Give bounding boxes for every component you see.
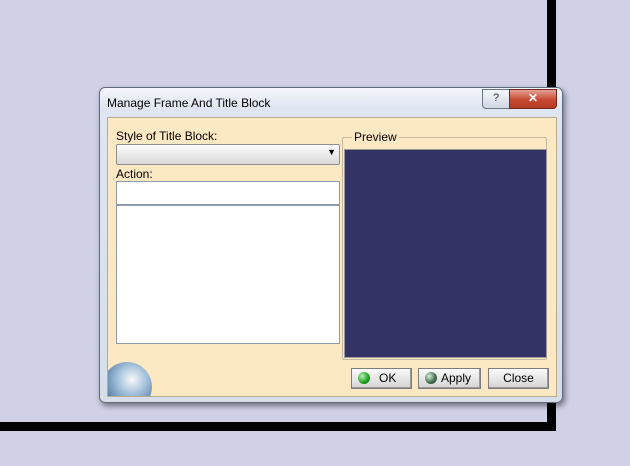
ok-label: OK (379, 371, 397, 385)
style-label: Style of Title Block: (116, 129, 218, 143)
ok-button[interactable]: OK (351, 368, 412, 389)
apply-label: Apply (441, 371, 472, 385)
frame-border-bottom (0, 422, 556, 431)
close-label: Close (503, 371, 534, 385)
chevron-down-icon[interactable]: ▼ (327, 147, 336, 157)
preview-area (344, 149, 547, 358)
action-label: Action: (116, 167, 153, 181)
globe-logo-icon (108, 362, 152, 396)
dialog-body: Style of Title Block: ▼ Action: Preview … (107, 117, 557, 397)
style-combobox[interactable]: ▼ (116, 144, 340, 165)
close-window-button[interactable]: ✕ (509, 89, 557, 109)
close-button[interactable]: Close (488, 368, 549, 389)
manage-frame-dialog: Manage Frame And Title Block ? ✕ Style o… (99, 87, 563, 403)
apply-icon (425, 372, 437, 384)
help-button[interactable]: ? (482, 89, 510, 109)
ok-icon (358, 372, 370, 384)
preview-label: Preview (352, 130, 399, 144)
apply-button[interactable]: Apply (418, 368, 481, 389)
close-icon: ✕ (527, 91, 539, 105)
help-icon: ? (492, 92, 500, 104)
dialog-title: Manage Frame And Title Block (107, 96, 271, 110)
action-field[interactable] (116, 181, 340, 205)
action-list[interactable] (116, 205, 340, 344)
